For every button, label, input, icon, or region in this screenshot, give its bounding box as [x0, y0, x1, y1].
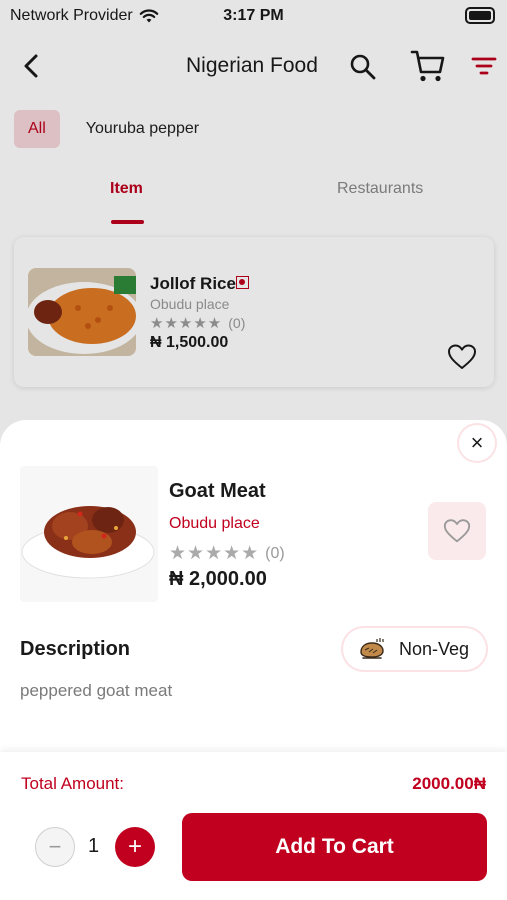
rating-count: (0) [265, 544, 285, 562]
favorite-button[interactable] [428, 502, 486, 560]
description-text: peppered goat meat [20, 681, 173, 700]
rating-stars: ★★★★★ [169, 543, 260, 564]
add-to-cart-button[interactable]: Add To Cart [182, 813, 487, 881]
close-icon: × [470, 430, 484, 455]
plus-icon: + [127, 833, 142, 860]
quantity-value: 1 [88, 835, 100, 857]
non-veg-badge: Non-Veg [343, 628, 486, 670]
close-button[interactable]: × [459, 425, 495, 461]
item-price: ₦ 2,000.00 [169, 568, 267, 590]
item-place[interactable]: Obudu place [169, 515, 260, 533]
description-title: Description [20, 638, 131, 660]
heart-icon [443, 519, 471, 543]
chicken-icon [360, 638, 384, 659]
diet-label: Non-Veg [399, 638, 470, 659]
increase-quantity-button[interactable]: + [115, 827, 155, 867]
goat-meat-image [20, 466, 158, 602]
minus-icon: − [48, 834, 62, 859]
item-name: Goat Meat [169, 480, 266, 502]
total-amount-value: 2000.00₦ [412, 774, 486, 793]
total-amount-label: Total Amount: [21, 774, 125, 793]
decrease-quantity-button[interactable]: − [35, 827, 75, 867]
item-rating: ★★★★★ (0) [169, 542, 285, 565]
checkout-footer: Total Amount: 2000.00₦ − 1 + Add To Cart [0, 752, 507, 900]
